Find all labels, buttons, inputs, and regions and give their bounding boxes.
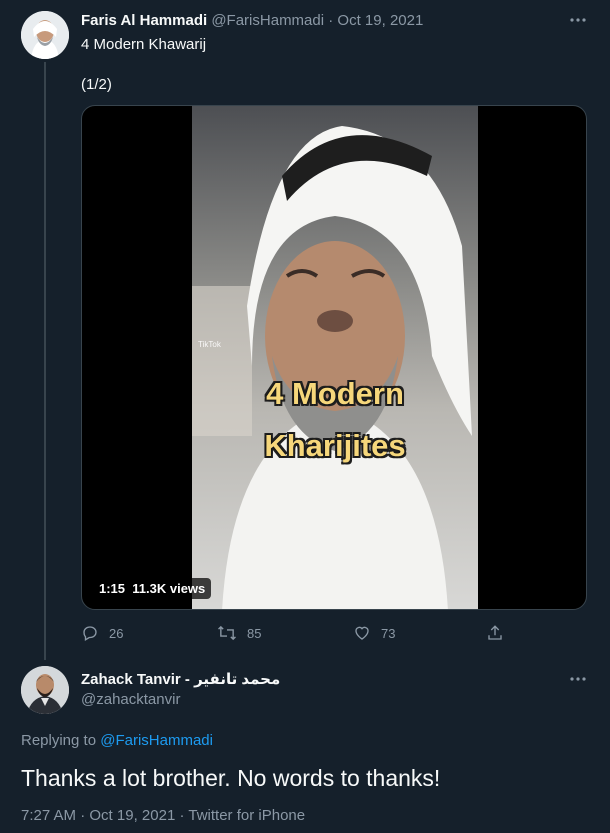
reply-icon[interactable]: [81, 624, 99, 642]
like-count: 73: [381, 625, 396, 641]
avatar[interactable]: [21, 666, 69, 714]
tweet-date[interactable]: Oct 19, 2021: [89, 807, 175, 824]
tweet-text: Thanks a lot brother. No words to thanks…: [21, 765, 441, 791]
video-player[interactable]: TikTok 4 Modern Kharijites 1:15 11.3K vi…: [81, 105, 587, 610]
tweet-meta: 7:27 AM · Oct 19, 2021 · Twitter for iPh…: [21, 806, 305, 826]
heart-icon[interactable]: [353, 624, 371, 642]
tweet-time[interactable]: 7:27 AM: [21, 807, 76, 824]
tweet-source[interactable]: Twitter for iPhone: [188, 807, 305, 824]
replying-to: Replying to @FarisHammadi: [21, 731, 213, 751]
video-overlay-line1: 4 Modern: [266, 376, 404, 411]
dot-separator: ·: [179, 807, 185, 824]
more-horizontal-icon[interactable]: [569, 11, 587, 29]
more-horizontal-icon[interactable]: [569, 670, 587, 688]
share-icon[interactable]: [486, 624, 504, 642]
video-overlay-line2: Kharijites: [264, 428, 406, 463]
replying-prefix: Replying to: [21, 732, 97, 749]
reply-action[interactable]: 26: [81, 624, 123, 642]
tweet-header: Faris Al Hammadi @FarisHammadi · Oct 19,…: [81, 11, 423, 31]
mention-link[interactable]: @FarisHammadi: [100, 732, 213, 749]
tiktok-watermark: TikTok: [198, 340, 221, 349]
share-action[interactable]: [486, 624, 504, 642]
video-duration: 1:15: [99, 581, 126, 596]
video-frame: TikTok 4 Modern Kharijites: [192, 106, 478, 609]
tweet-part-indicator: (1/2): [81, 76, 112, 93]
dot-separator: ·: [80, 807, 86, 824]
author-name[interactable]: Zahack Tanvir - محمد تانفير: [81, 670, 280, 690]
video-thumbnail: TikTok 4 Modern Kharijites: [192, 106, 478, 609]
retweet-icon[interactable]: [217, 624, 237, 642]
author-handle[interactable]: @FarisHammadi: [211, 12, 324, 29]
video-views: 11.3K views: [132, 581, 206, 596]
tweet-text: 4 Modern Khawarij: [81, 36, 207, 53]
author-handle[interactable]: @zahacktanvir: [81, 690, 180, 710]
reply-count: 26: [109, 625, 124, 641]
dot-separator: ·: [328, 12, 334, 29]
video-duration-views: 1:15 11.3K views: [93, 578, 212, 599]
avatar[interactable]: [21, 11, 69, 59]
like-action[interactable]: 73: [353, 624, 395, 642]
retweet-action[interactable]: 85: [217, 624, 261, 642]
thread-connector-line: [44, 62, 46, 660]
retweet-count: 85: [247, 625, 262, 641]
author-name[interactable]: Faris Al Hammadi: [81, 12, 207, 29]
tweet-date[interactable]: Oct 19, 2021: [337, 12, 423, 29]
